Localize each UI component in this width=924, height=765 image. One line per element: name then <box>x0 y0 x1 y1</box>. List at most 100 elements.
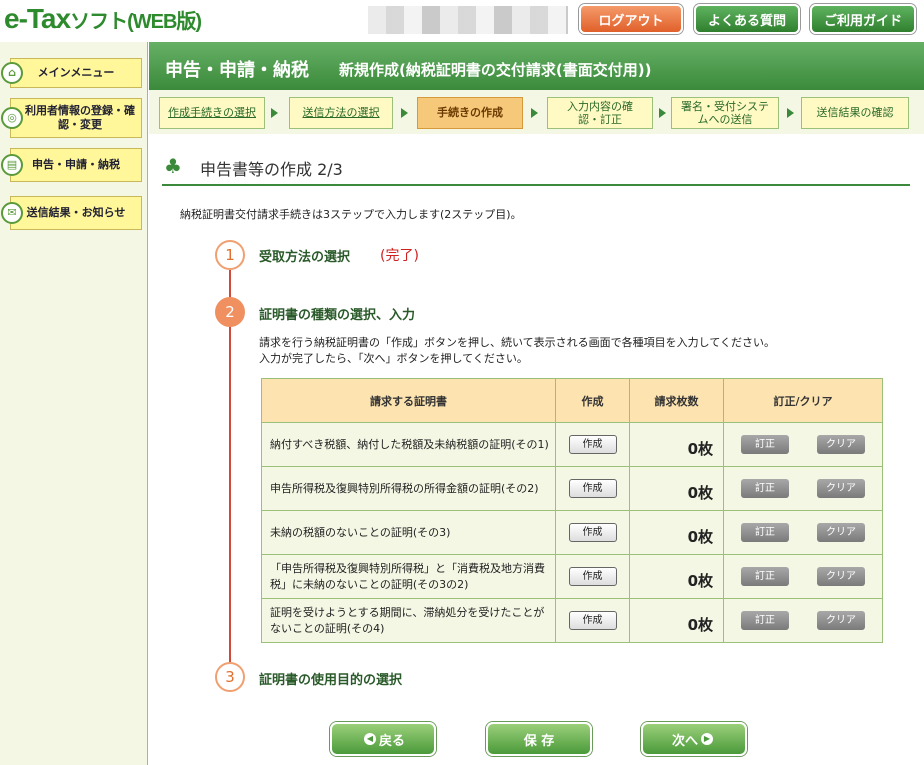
table-body: 納付すべき税額、納付した税額及未納税額の証明(その1) 作成 0枚 訂正 クリア … <box>261 422 883 643</box>
step-sign-send: 署名・受付システムへの送信 <box>671 97 779 129</box>
etax-logo: e-Taxソフト(WEB版) <box>4 3 202 35</box>
next-arrow-icon: ▶ <box>701 733 713 745</box>
certificate-name: 「申告所得税及復興特別所得税」と「消費税及地方消費税」に未納のないことの証明(そ… <box>261 554 556 599</box>
sidebar-item-results[interactable]: ✉ 送信結果・お知らせ <box>1 196 142 230</box>
sidebar-item-main-menu[interactable]: ⌂ メインメニュー <box>1 58 142 88</box>
step-label: 署名・受付システムへの送信 <box>681 99 769 126</box>
step-arrow-icon <box>531 108 538 118</box>
progress-steps: 作成手続きの選択 送信方法の選択 手続きの作成 入力内容の確認・訂正 署名・受付… <box>149 90 924 134</box>
sidebar-item-label: 申告・申請・納税 <box>32 158 120 172</box>
table-row: 未納の税額のないことの証明(その3) 作成 0枚 訂正 クリア <box>261 510 883 555</box>
mail-icon: ✉ <box>1 202 23 224</box>
step-check-result: 送信結果の確認 <box>801 97 909 129</box>
create-button[interactable]: 作成 <box>568 567 617 586</box>
next-button[interactable]: 次へ ▶ <box>641 722 747 756</box>
request-count: 0枚 <box>629 466 724 511</box>
instruction-line-2: 入力が完了したら、「次へ」ボタンを押してください。 <box>259 351 528 365</box>
column-header: 請求する証明書 <box>261 378 556 423</box>
logout-button[interactable]: ログアウト <box>579 4 683 34</box>
timeline-line <box>229 270 231 665</box>
table-row: 「申告所得税及復興特別所得税」と「消費税及地方消費税」に未納のないことの証明(そ… <box>261 554 883 599</box>
table-row: 申告所得税及復興特別所得税の所得金額の証明(その2) 作成 0枚 訂正 クリア <box>261 466 883 511</box>
step-select-procedure[interactable]: 作成手続きの選択 <box>159 97 265 129</box>
sidebar-item-user-info[interactable]: ◎ 利用者情報の登録・確認・変更 <box>1 98 142 138</box>
step-arrow-icon <box>787 108 794 118</box>
edit-button[interactable]: 訂正 <box>741 523 789 542</box>
certificate-name: 納付すべき税額、納付した税額及未納税額の証明(その1) <box>261 422 556 467</box>
certificate-name: 未納の税額のないことの証明(その3) <box>261 510 556 555</box>
step-confirm-input: 入力内容の確認・訂正 <box>547 97 653 129</box>
table-row: 証明を受けようとする期間に、滞納処分を受けたことがないことの証明(その4) 作成… <box>261 598 883 643</box>
step-label: 入力内容の確認・訂正 <box>567 99 633 126</box>
request-count: 0枚 <box>629 510 724 555</box>
back-button-label: 戻る <box>378 733 405 749</box>
back-arrow-icon: ◀ <box>363 733 376 745</box>
clear-button[interactable]: クリア <box>817 523 865 542</box>
request-count: 0枚 <box>629 598 724 643</box>
certificate-table: 請求する証明書 作成 請求枚数 訂正/クリア 納付すべき税額、納付した税額及未納… <box>261 378 883 643</box>
column-header: 作成 <box>555 378 630 423</box>
create-button[interactable]: 作成 <box>568 611 617 630</box>
intro-text: 納税証明書交付請求手続きは3ステップで入力します(2ステップ目)。 <box>180 208 522 221</box>
step-number-1: 1 <box>215 240 245 270</box>
table-header-row: 請求する証明書 作成 請求枚数 訂正/クリア <box>261 378 883 423</box>
save-button-label: 保 存 <box>523 733 555 749</box>
clear-button[interactable]: クリア <box>817 479 865 498</box>
step-label: 手続きの作成 <box>437 106 503 120</box>
step-number-2: 2 <box>215 297 245 327</box>
logo-main-text: e-Tax <box>4 3 71 34</box>
sidebar-item-label: メインメニュー <box>37 66 115 80</box>
section-title: 申告書等の作成 2/3 <box>200 160 343 179</box>
step-number-3: 3 <box>215 662 245 692</box>
sidebar: ⌂ メインメニュー ◎ 利用者情報の登録・確認・変更 ▤ 申告・申請・納税 ✉ … <box>0 42 148 765</box>
step-arrow-icon <box>659 108 666 118</box>
section-header: ♣ 申告書等の作成 2/3 <box>162 150 910 186</box>
clear-button[interactable]: クリア <box>817 435 865 454</box>
page-subtitle: 新規作成(納税証明書の交付請求(書面交付用)) <box>339 61 652 79</box>
edit-button[interactable]: 訂正 <box>741 479 789 498</box>
timeline-label-2: 証明書の種類の選択、入力 <box>259 308 416 323</box>
faq-button[interactable]: よくある質問 <box>694 4 800 34</box>
step-arrow-icon <box>401 108 408 118</box>
sidebar-item-label: 利用者情報の登録・確認・変更 <box>25 104 135 131</box>
edit-button[interactable]: 訂正 <box>741 567 789 586</box>
create-button[interactable]: 作成 <box>568 435 617 454</box>
create-button[interactable]: 作成 <box>568 523 617 542</box>
next-button-label: 次へ <box>671 733 698 749</box>
step-label: 作成手続きの選択 <box>168 106 256 120</box>
guide-button[interactable]: ご利用ガイド <box>810 4 916 34</box>
clear-button[interactable]: クリア <box>817 567 865 586</box>
status-complete: (完了) <box>380 248 419 264</box>
edit-button[interactable]: 訂正 <box>741 435 789 454</box>
step-arrow-icon <box>271 108 278 118</box>
step-label: 送信方法の選択 <box>302 106 380 120</box>
app-header: e-Taxソフト(WEB版) ログアウト よくある質問 ご利用ガイド <box>0 0 924 42</box>
user-icon: ◎ <box>1 107 23 129</box>
step-create-procedure: 手続きの作成 <box>417 97 523 129</box>
column-header: 訂正/クリア <box>723 378 883 423</box>
timeline-label-3: 証明書の使用目的の選択 <box>259 673 403 688</box>
certificate-name: 申告所得税及復興特別所得税の所得金額の証明(その2) <box>261 466 556 511</box>
timeline-label-1: 受取方法の選択 <box>259 250 351 265</box>
certificate-name: 証明を受けようとする期間に、滞納処分を受けたことがないことの証明(その4) <box>261 598 556 643</box>
page-title-bar: 申告・申請・納税 新規作成(納税証明書の交付請求(書面交付用)) <box>149 42 924 90</box>
logo-sub-text: ソフト(WEB版) <box>70 11 202 33</box>
step-label: 送信結果の確認 <box>816 106 894 120</box>
clear-button[interactable]: クリア <box>817 611 865 630</box>
column-header: 請求枚数 <box>629 378 724 423</box>
instruction-text: 請求を行う納税証明書の「作成」ボタンを押し、続いて表示される画面で各種項目を入力… <box>259 335 775 367</box>
request-count: 0枚 <box>629 422 724 467</box>
step-select-send-method[interactable]: 送信方法の選択 <box>289 97 393 129</box>
blurred-user-info <box>368 6 568 34</box>
back-button[interactable]: ◀ 戻る <box>330 722 436 756</box>
edit-button[interactable]: 訂正 <box>741 611 789 630</box>
save-button[interactable]: 保 存 <box>486 722 592 756</box>
sidebar-item-filing[interactable]: ▤ 申告・申請・納税 <box>1 148 142 182</box>
instruction-line-1: 請求を行う納税証明書の「作成」ボタンを押し、続いて表示される画面で各種項目を入力… <box>259 336 776 349</box>
document-icon: ▤ <box>1 154 23 176</box>
create-button[interactable]: 作成 <box>568 479 617 498</box>
page-title: 申告・申請・納税 <box>165 60 309 81</box>
sidebar-item-label: 送信結果・お知らせ <box>26 206 126 220</box>
request-count: 0枚 <box>629 554 724 599</box>
table-row: 納付すべき税額、納付した税額及未納税額の証明(その1) 作成 0枚 訂正 クリア <box>261 422 883 467</box>
